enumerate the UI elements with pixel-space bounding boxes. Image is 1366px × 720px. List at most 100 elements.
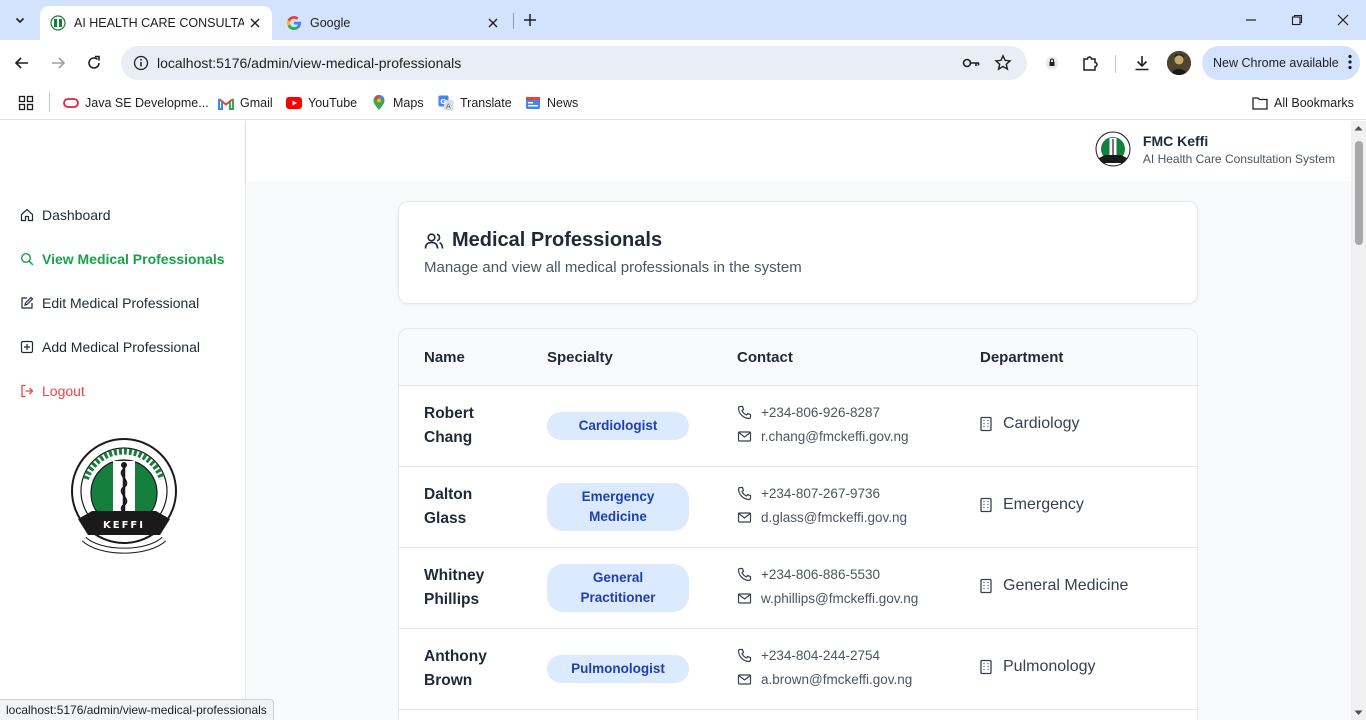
- page-viewport: Dashboard View Medical Professionals Edi…: [0, 121, 1366, 720]
- department-name: Cardiology: [1003, 415, 1080, 432]
- close-tab-icon[interactable]: [482, 12, 504, 34]
- tab-title: Google: [310, 16, 351, 30]
- last-name: Chang: [424, 429, 473, 446]
- bookmark-label: News: [547, 96, 579, 110]
- department-name: Pulmonology: [1003, 658, 1096, 675]
- mail-icon: [737, 431, 752, 442]
- page-title-text: Medical Professionals: [452, 229, 663, 251]
- download-icon[interactable]: [1127, 48, 1157, 78]
- folder-icon: [1252, 95, 1268, 111]
- close-tab-icon[interactable]: [244, 12, 266, 34]
- column-header-specialty[interactable]: Specialty: [547, 349, 613, 366]
- tab-search-chevron-icon[interactable]: [7, 7, 33, 33]
- last-name: Glass: [424, 510, 467, 527]
- email-address: d.glass@fmckeffi.gov.ng: [761, 510, 908, 525]
- tab-google[interactable]: Google: [276, 6, 510, 40]
- maps-icon: [371, 95, 387, 111]
- sidebar-item-add-medical-professional[interactable]: Add Medical Professional: [20, 339, 200, 355]
- apps-grid-icon[interactable]: [18, 92, 34, 114]
- bookmarks-bar: Java SE Developme... Gmail YouTube Maps …: [0, 86, 1366, 120]
- site-info-icon[interactable]: [129, 51, 153, 75]
- sidebar-item-edit-medical-professional[interactable]: Edit Medical Professional: [20, 295, 199, 311]
- sidebar-item-label: Logout: [42, 383, 85, 399]
- bookmark-maps[interactable]: Maps: [371, 92, 424, 114]
- bookmark-translate[interactable]: GA Translate: [438, 92, 512, 114]
- new-tab-plus-icon[interactable]: [518, 8, 542, 32]
- phone-icon: [737, 567, 752, 582]
- page-scrollbar[interactable]: [1351, 121, 1366, 720]
- specialty-badge: Pulmonologist: [547, 655, 689, 683]
- profile-avatar[interactable]: [1167, 51, 1191, 75]
- scroll-up-arrow-icon[interactable]: [1354, 125, 1363, 131]
- column-header-name[interactable]: Name: [424, 349, 465, 366]
- table-row[interactable]: Dalton Glass Emergency Medicine +234-807…: [399, 467, 1197, 548]
- logout-icon: [21, 384, 34, 398]
- column-header-department[interactable]: Department: [980, 349, 1063, 366]
- back-arrow-icon[interactable]: [7, 48, 37, 78]
- page-title: Medical Professionals: [424, 229, 662, 252]
- phone-number: +234-806-926-8287: [761, 405, 880, 420]
- fmc-keffi-emblem-logo: KEFFI: [71, 438, 177, 554]
- professionals-table: Name Specialty Contact Department Robert…: [398, 328, 1198, 720]
- department-cell: General Medicine: [979, 577, 1128, 595]
- department-cell: Cardiology: [979, 415, 1079, 433]
- professional-name: Dalton Glass: [424, 483, 514, 531]
- specialty-badge: Cardiologist: [547, 412, 689, 440]
- java-icon: [63, 95, 79, 111]
- table-row[interactable]: Anthony Brown Pulmonologist +234-804-244…: [399, 629, 1197, 710]
- bookmark-youtube[interactable]: YouTube: [286, 92, 357, 114]
- specialty-text: Cardiologist: [578, 418, 658, 433]
- forward-arrow-icon[interactable]: [43, 48, 73, 78]
- address-bar[interactable]: localhost:5176/admin/view-medical-profes…: [121, 46, 1027, 80]
- restore-icon[interactable]: [1274, 0, 1320, 40]
- table-row[interactable]: Robert Chang Cardiologist +234-806-926-8…: [399, 386, 1197, 467]
- sidebar-item-logout[interactable]: Logout: [20, 383, 85, 399]
- professional-name: Robert Chang: [424, 402, 514, 450]
- status-bar-url: localhost:5176/admin/view-medical-profes…: [0, 699, 274, 720]
- scroll-down-arrow-icon[interactable]: [1354, 710, 1363, 716]
- email-contact: d.glass@fmckeffi.gov.ng: [737, 510, 907, 525]
- bookmark-label: Maps: [393, 96, 424, 110]
- page-description: Manage and view all medical professional…: [424, 259, 802, 276]
- first-name: Robert: [424, 405, 474, 422]
- chrome-menu-dots-icon[interactable]: [1348, 54, 1352, 70]
- specialty-badge: Emergency Medicine: [547, 483, 689, 531]
- google-icon: [286, 15, 302, 31]
- building-icon: [980, 578, 992, 594]
- bookmark-gmail[interactable]: Gmail: [218, 92, 273, 114]
- first-name: Dalton: [424, 486, 473, 503]
- bookmark-label: YouTube: [308, 96, 358, 110]
- bookmark-star-icon[interactable]: [991, 51, 1015, 75]
- email-address: r.chang@fmckeffi.gov.ng: [761, 429, 909, 444]
- gmail-icon: [218, 95, 234, 111]
- column-header-contact[interactable]: Contact: [737, 349, 793, 366]
- system-name: AI Health Care Consultation System: [1142, 151, 1335, 166]
- svg-text:KEFFI: KEFFI: [103, 520, 145, 531]
- table-row[interactable]: Whitney Phillips General Practitioner +2…: [399, 548, 1197, 629]
- tab-ai-health-care[interactable]: AI HEALTH CARE CONSULTATIO: [40, 6, 272, 40]
- sidebar-item-label: Edit Medical Professional: [42, 295, 200, 311]
- phone-contact: +234-806-886-5530: [737, 567, 880, 582]
- reload-icon[interactable]: [79, 48, 109, 78]
- close-window-icon[interactable]: [1320, 0, 1366, 40]
- scrollbar-thumb[interactable]: [1355, 141, 1363, 245]
- email-contact: a.brown@fmckeffi.gov.ng: [737, 672, 912, 687]
- phone-number: +234-804-244-2754: [761, 648, 880, 663]
- bookmark-java[interactable]: Java SE Developme...: [63, 92, 209, 114]
- building-icon: [980, 497, 992, 513]
- specialty-text-line1: General: [592, 570, 644, 585]
- users-icon: [424, 232, 444, 249]
- sidebar-item-view-medical-professionals[interactable]: View Medical Professionals: [20, 251, 225, 267]
- extensions-puzzle-icon[interactable]: [1075, 48, 1105, 78]
- all-bookmarks-button[interactable]: All Bookmarks: [1252, 92, 1354, 114]
- extension-lock-icon[interactable]: [1037, 48, 1067, 78]
- password-key-icon[interactable]: [959, 51, 983, 75]
- sidebar-item-dashboard[interactable]: Dashboard: [20, 207, 111, 223]
- new-chrome-available-button[interactable]: New Chrome available: [1202, 46, 1360, 80]
- browser-toolbar: localhost:5176/admin/view-medical-profes…: [0, 40, 1366, 86]
- toolbar-separator: [1115, 55, 1116, 73]
- phone-contact: +234-804-244-2754: [737, 648, 880, 663]
- minimize-icon[interactable]: [1228, 0, 1274, 40]
- bookmark-news[interactable]: News: [525, 92, 578, 114]
- first-name: Whitney: [424, 567, 485, 584]
